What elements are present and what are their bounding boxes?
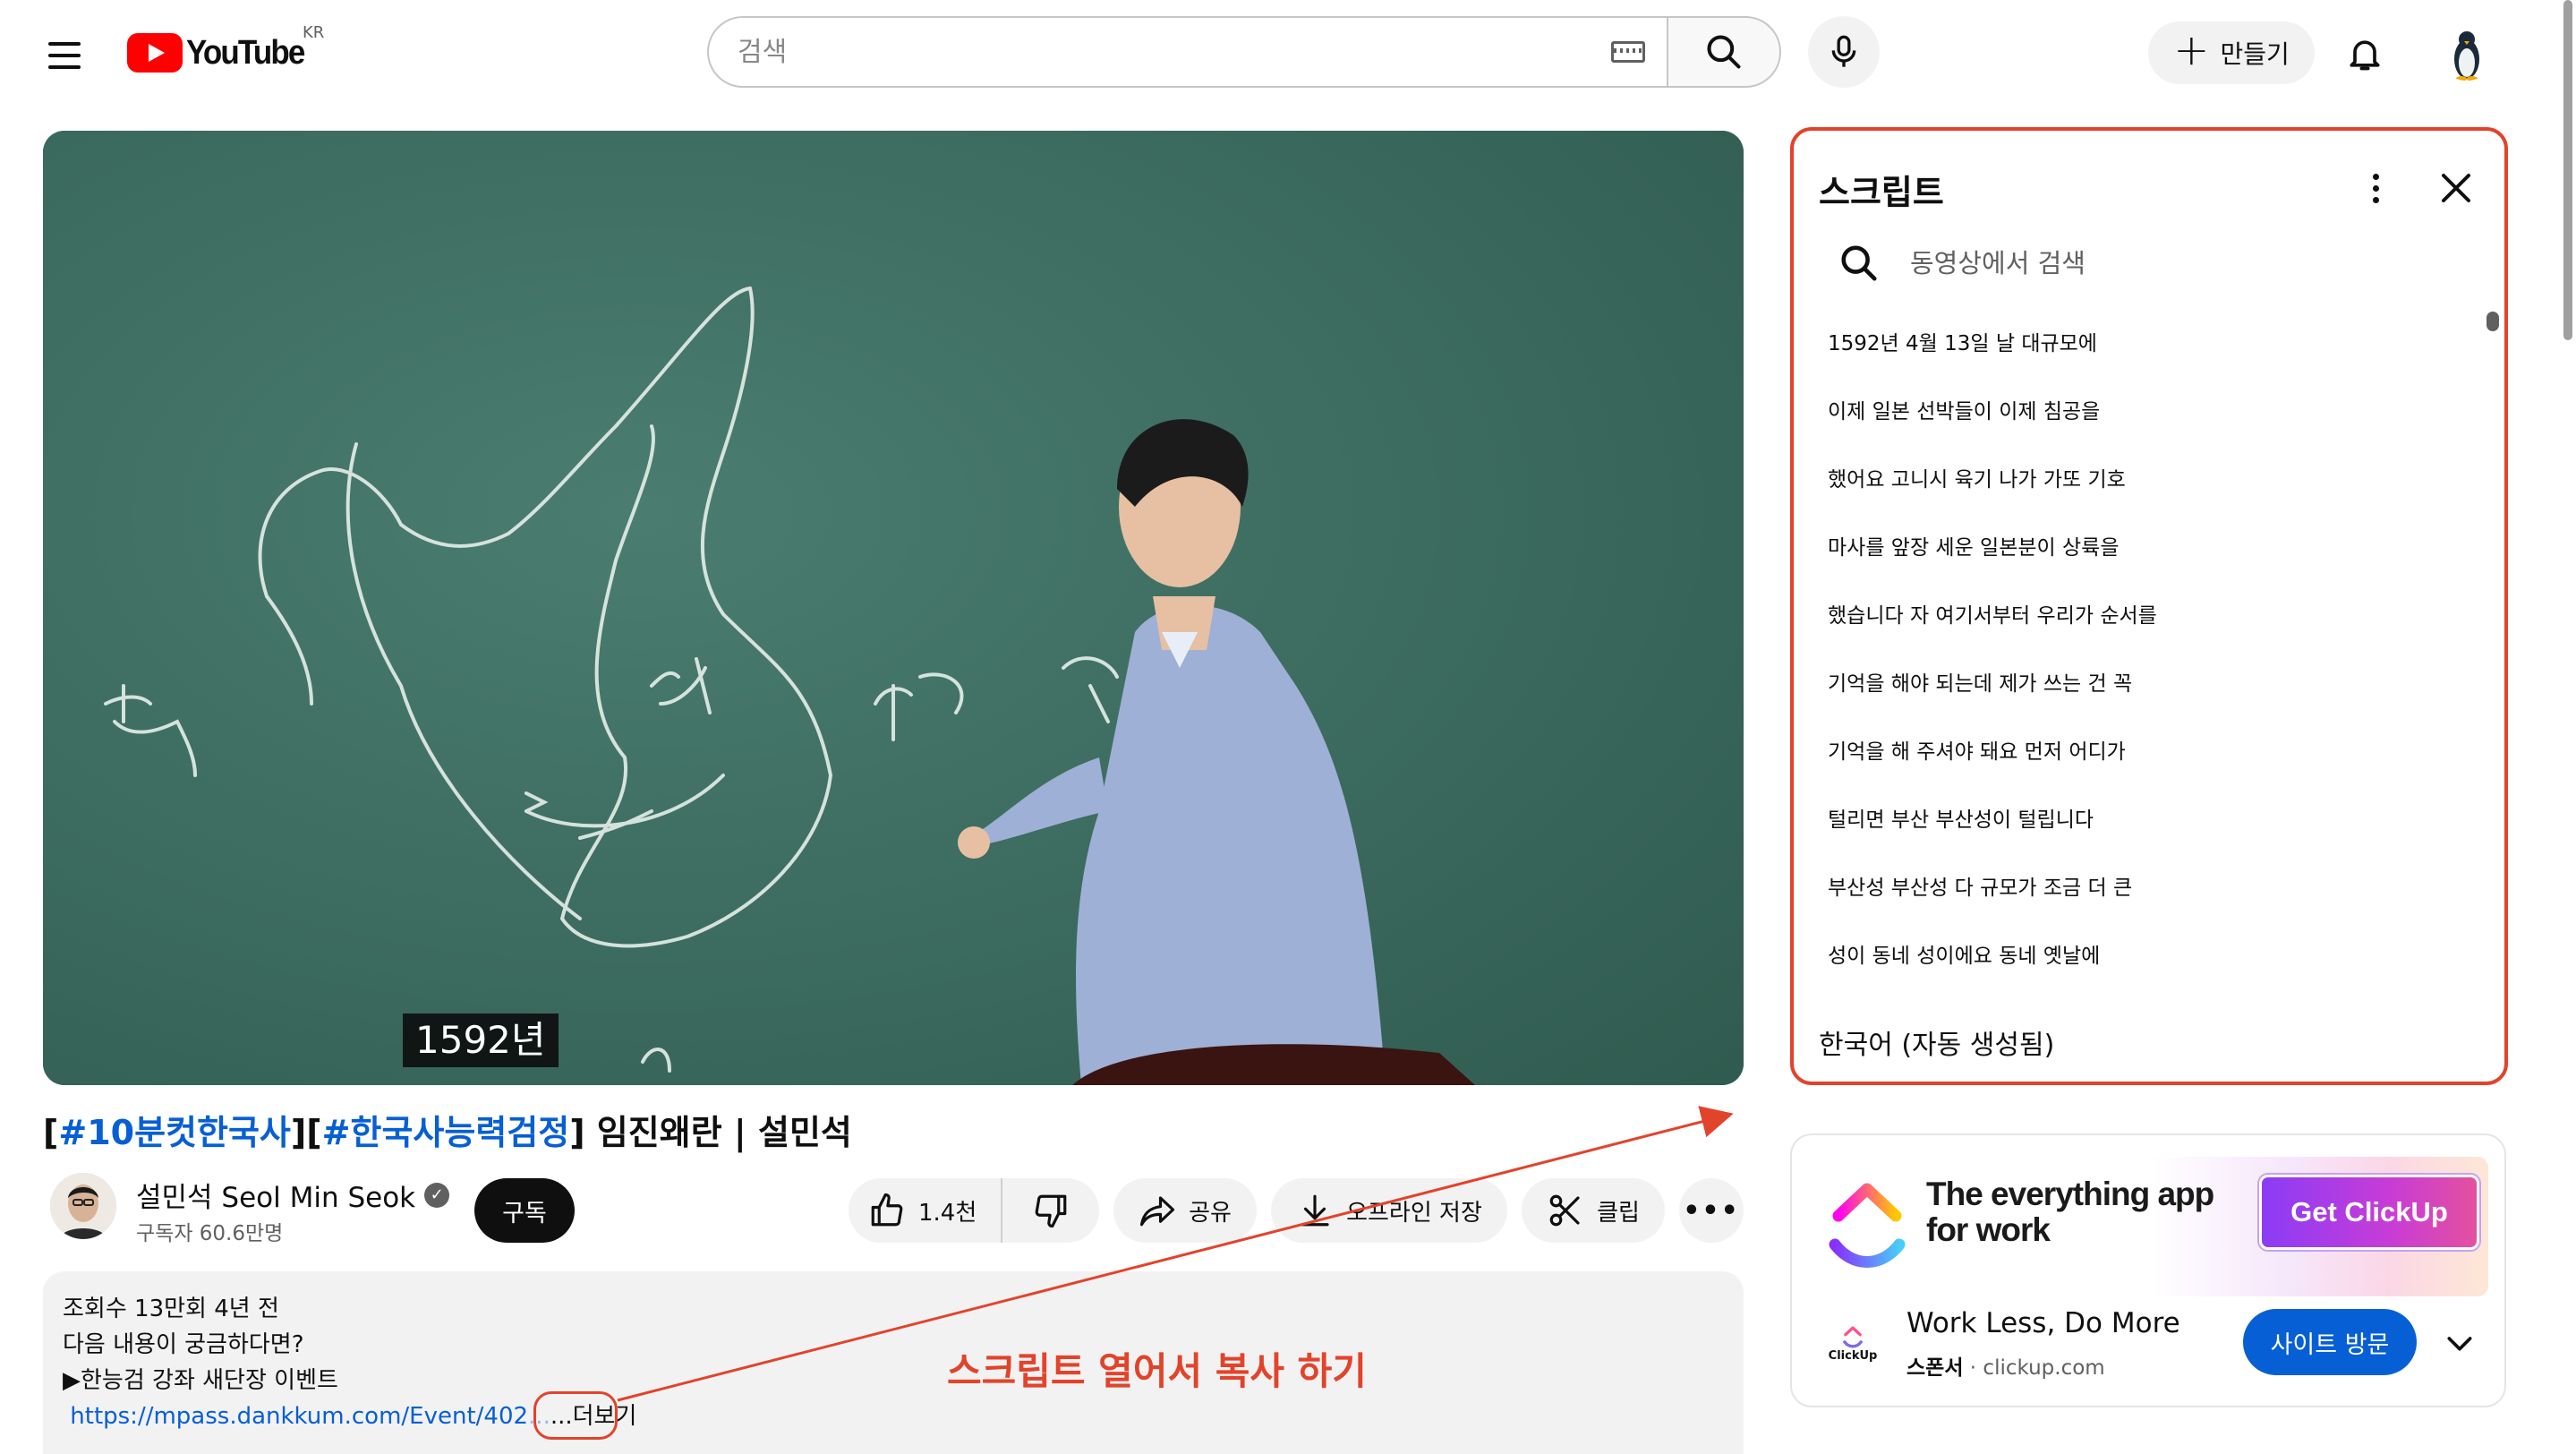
like-count: 1.4천 bbox=[918, 1199, 977, 1227]
annotation-text: 스크립트 열어서 복사 하기 bbox=[947, 1349, 1367, 1393]
ad-advertiser-logo: ClickUp bbox=[1824, 1314, 1881, 1372]
create-button[interactable]: + 만들기 bbox=[2148, 21, 2315, 84]
transcript-segment[interactable]: 기억을 해야 되는데 제가 쓰는 건 꼭 bbox=[1828, 666, 2454, 734]
channel-name[interactable]: 설민석 Seol Min Seok ✓ bbox=[136, 1175, 450, 1215]
clickup-logo-icon bbox=[1829, 1183, 1906, 1268]
menu-button[interactable] bbox=[36, 27, 93, 84]
subscribe-button[interactable]: 구독 bbox=[474, 1178, 575, 1243]
transcript-segment[interactable]: 이제 일본 선박들이 이제 침공을 bbox=[1828, 394, 2454, 462]
chevron-down-icon bbox=[2447, 1337, 2472, 1351]
description-box[interactable]: 조회수 13만회 4년 전 다음 내용이 궁금하다면? ▶한능검 강좌 새단장 … bbox=[43, 1271, 1744, 1454]
clip-label: 클립 bbox=[1597, 1199, 1640, 1227]
notifications-button[interactable] bbox=[2334, 23, 2395, 84]
transcript-close-button[interactable] bbox=[2435, 167, 2478, 210]
save-offline-button[interactable]: 오프라인 저장 bbox=[1271, 1178, 1507, 1243]
transcript-scrollbar-thumb[interactable] bbox=[2486, 312, 2499, 331]
description-line: https://mpass.dankkum.com/Event/402.....… bbox=[63, 1398, 1724, 1434]
video-caption: 1592년 bbox=[403, 1014, 559, 1067]
microphone-icon bbox=[1831, 35, 1856, 67]
transcript-more-button[interactable] bbox=[2358, 167, 2393, 210]
transcript-segment[interactable]: 기억을 해 주셔야 돼요 먼저 어디가 bbox=[1828, 734, 2454, 802]
scissors-icon bbox=[1549, 1194, 1580, 1227]
description-link[interactable]: https://mpass.dankkum.com/Event/402 bbox=[70, 1403, 528, 1430]
dislike-button[interactable] bbox=[1002, 1178, 1099, 1243]
page-scrollbar-thumb[interactable] bbox=[2563, 0, 2572, 340]
ad-headline: The everything app for work bbox=[1926, 1176, 2214, 1248]
voice-search-button[interactable] bbox=[1808, 16, 1880, 88]
description-line: ▶한능검 강좌 새단장 이벤트 bbox=[63, 1367, 338, 1394]
view-count-date: 조회수 13만회 4년 전 bbox=[63, 1296, 279, 1322]
visit-site-button[interactable]: 사이트 방문 bbox=[2243, 1309, 2417, 1375]
transcript-segment[interactable]: 털리면 부산 부산성이 털립니다 bbox=[1828, 802, 2454, 870]
search-input[interactable] bbox=[738, 36, 1543, 68]
thumbs-up-icon bbox=[871, 1193, 903, 1227]
search-button[interactable] bbox=[1667, 16, 1781, 88]
channel-name-text[interactable]: 설민석 Seol Min Seok bbox=[136, 1175, 415, 1215]
download-icon bbox=[1301, 1194, 1329, 1227]
ad-banner[interactable]: The everything app for work Get ClickUp bbox=[1815, 1157, 2488, 1296]
ad-card[interactable]: The everything app for work Get ClickUp … bbox=[1790, 1133, 2506, 1407]
penguin-avatar-icon bbox=[2438, 23, 2495, 81]
country-code: KR bbox=[303, 23, 325, 42]
transcript-segment[interactable]: 했어요 고니시 육기 나가 가또 기호 bbox=[1828, 462, 2454, 530]
transcript-search-input[interactable] bbox=[1910, 248, 2411, 278]
search-box[interactable] bbox=[707, 16, 1667, 88]
channel-avatar[interactable] bbox=[50, 1173, 116, 1239]
video-title-text: 임진왜란 | 설민석 bbox=[584, 1113, 852, 1152]
youtube-logo[interactable]: YouTube KR bbox=[127, 23, 324, 75]
offline-label: 오프라인 저장 bbox=[1346, 1199, 1482, 1227]
ad-expand-button[interactable] bbox=[2442, 1325, 2478, 1361]
clickup-small-icon bbox=[1843, 1325, 1863, 1347]
ad-cta-button[interactable]: Get ClickUp bbox=[2259, 1175, 2479, 1250]
ad-domain: · clickup.com bbox=[1963, 1356, 2105, 1380]
transcript-language-selector[interactable]: 한국어 (자동 생성됨) bbox=[1819, 1022, 2054, 1062]
more-dots-icon: ••• bbox=[1683, 1194, 1740, 1227]
transcript-segment[interactable]: 마사를 앞장 세운 일본분이 상륙을 bbox=[1828, 530, 2454, 598]
transcript-segment[interactable]: 성이 동네 성이에요 동네 옛날에 bbox=[1828, 938, 2454, 1006]
description-line: 다음 내용이 궁금하다면? bbox=[63, 1331, 304, 1358]
close-icon bbox=[2442, 174, 2470, 202]
plus-icon: + bbox=[2173, 25, 2210, 75]
create-label: 만들기 bbox=[2220, 39, 2290, 69]
logo-text: YouTube bbox=[186, 33, 305, 72]
transcript-title: 스크립트 bbox=[1819, 173, 1944, 212]
verified-check-icon: ✓ bbox=[424, 1182, 450, 1208]
hashtag-link[interactable]: #10분컷한국사 bbox=[58, 1113, 291, 1152]
video-player[interactable] bbox=[43, 131, 1744, 1085]
ad-sponsor-line: 스폰서 · clickup.com bbox=[1906, 1350, 2105, 1381]
transcript-segment[interactable]: 1592년 4월 13일 날 대규모에 bbox=[1828, 326, 2454, 394]
share-button[interactable]: 공유 bbox=[1113, 1178, 1257, 1243]
sponsor-label: 스폰서 bbox=[1906, 1356, 1964, 1380]
video-frame bbox=[43, 131, 1744, 1085]
clip-button[interactable]: 클립 bbox=[1522, 1178, 1665, 1243]
video-title: [#10분컷한국사][#한국사능력검정] 임진왜란 | 설민석 bbox=[43, 1113, 852, 1152]
transcript-segment[interactable]: 부산성 부산성 다 규모가 조금 더 큰 bbox=[1828, 870, 2454, 938]
keyboard-icon[interactable] bbox=[1611, 41, 1645, 63]
ad-title[interactable]: Work Less, Do More bbox=[1906, 1307, 2180, 1339]
transcript-segment-list: 1592년 4월 13일 날 대규모에 이제 일본 선박들이 이제 침공을 했어요 … bbox=[1828, 326, 2454, 1006]
youtube-play-icon bbox=[127, 33, 183, 73]
hashtag-link[interactable]: #한국사능력검정 bbox=[322, 1113, 570, 1152]
ad-logo-text: ClickUp bbox=[1828, 1348, 1878, 1363]
transcript-segment[interactable]: 했습니다 자 여기서부터 우리가 순서를 bbox=[1828, 598, 2454, 666]
account-avatar[interactable] bbox=[2438, 23, 2495, 81]
annotation-highlight-circle bbox=[533, 1391, 618, 1440]
like-button[interactable]: 1.4천 bbox=[849, 1178, 1002, 1243]
share-label: 공유 bbox=[1189, 1199, 1232, 1227]
transcript-panel: 스크립트 1592년 4월 13일 날 대규모에이제 일본 선박들이 이제 침공… bbox=[1790, 127, 2508, 1085]
channel-avatar-image bbox=[50, 1173, 116, 1239]
transcript-search[interactable] bbox=[1838, 236, 2447, 290]
thumbs-down-icon bbox=[1035, 1194, 1067, 1228]
page-scrollbar[interactable] bbox=[2560, 0, 2576, 1454]
search-icon bbox=[1707, 35, 1741, 69]
bell-icon bbox=[2350, 40, 2380, 71]
subscriber-count: 구독자 60.6만명 bbox=[136, 1222, 284, 1245]
share-icon bbox=[1140, 1196, 1175, 1227]
like-dislike-group: 1.4천 bbox=[849, 1178, 1099, 1243]
search-icon bbox=[1841, 245, 1877, 281]
more-actions-button[interactable]: ••• bbox=[1679, 1178, 1744, 1243]
